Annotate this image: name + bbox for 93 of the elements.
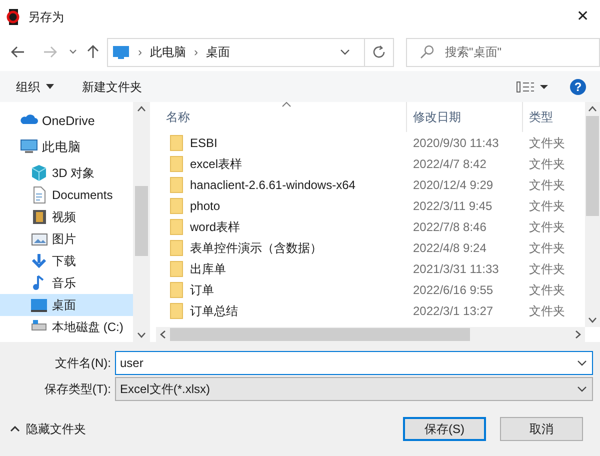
cancel-button[interactable]: 取消 (500, 417, 583, 441)
sidebar-item[interactable]: 视频 (0, 206, 133, 228)
save-button[interactable]: 保存(S) (403, 417, 486, 441)
folder-icon (170, 176, 183, 192)
file-type: 文件夹 (528, 218, 566, 236)
sidebar-item[interactable]: OneDrive (0, 110, 133, 132)
address-dropdown-icon[interactable] (340, 49, 350, 55)
recent-dropdown-icon[interactable] (69, 49, 77, 55)
breadcrumb-separator: › (138, 44, 142, 61)
file-name[interactable]: 订单总结 (190, 302, 238, 320)
chevron-down-icon[interactable] (577, 360, 587, 366)
folder-icon (170, 134, 183, 150)
refresh-button[interactable] (364, 38, 394, 66)
file-name[interactable]: photo (190, 196, 220, 214)
file-type: 文件夹 (528, 260, 566, 278)
search-icon (420, 44, 434, 58)
modified-date: 2022/6/16 9:55 (412, 282, 494, 298)
scrollbar-thumb[interactable] (586, 116, 599, 216)
back-arrow-icon[interactable] (11, 46, 25, 58)
file-name[interactable]: ESBI (190, 134, 218, 152)
dropdown-triangle-icon (46, 84, 54, 89)
window-title: 另存为 (28, 9, 64, 26)
breadcrumb-separator: › (194, 44, 198, 61)
up-arrow-icon[interactable] (87, 45, 99, 59)
file-type: 文件夹 (528, 134, 566, 152)
sidebar-item[interactable]: 图片 (0, 228, 133, 250)
computer-icon (20, 138, 38, 156)
folder-icon (170, 218, 183, 234)
folder-icon (170, 198, 183, 214)
monitor-icon (112, 45, 130, 59)
breadcrumb-item[interactable]: 桌面 (206, 43, 230, 61)
sort-ascending-icon (282, 102, 291, 107)
column-header[interactable]: 类型 (522, 102, 580, 132)
modified-date: 2022/3/1 13:27 (412, 302, 494, 320)
column-header[interactable]: 名称 (156, 102, 406, 132)
folder-icon (170, 282, 183, 298)
field-label: 保存类型(T): (43, 380, 112, 398)
film-icon (30, 208, 48, 226)
cube-icon (30, 164, 48, 182)
folder-icon (170, 302, 183, 318)
breadcrumb-item[interactable]: 此电脑 (150, 43, 186, 61)
address-bar[interactable]: › 此电脑 › 桌面 (107, 38, 365, 66)
monitor-icon (30, 296, 48, 314)
file-type: 文件夹 (528, 156, 566, 172)
search-field[interactable]: 搜索"桌面" (406, 38, 600, 66)
sidebar-item[interactable]: 此电脑 (0, 136, 133, 158)
file-type: 文件夹 (528, 282, 566, 298)
file-name[interactable]: excel表样 (190, 154, 242, 172)
hide-folders-toggle[interactable]: 隐藏文件夹 (10, 420, 86, 438)
chevron-up-icon (10, 426, 20, 432)
sidebar-scrollbar[interactable] (133, 102, 150, 342)
file-name[interactable]: word表样 (190, 218, 240, 236)
sidebar-item[interactable]: 下载 (0, 250, 133, 272)
file-type: 文件夹 (528, 240, 566, 256)
column-header[interactable]: 修改日期 (406, 102, 522, 132)
sidebar-item[interactable]: Documents (0, 184, 133, 206)
file-name[interactable]: hanaclient-2.6.61-windows-x64 (190, 176, 356, 194)
sidebar-item[interactable]: 桌面 (0, 294, 133, 316)
scrollbar-thumb[interactable] (170, 328, 470, 341)
folder-icon (170, 240, 183, 256)
folder-icon (170, 260, 183, 276)
modified-date: 2022/7/8 8:46 (412, 218, 488, 236)
close-button[interactable]: ✕ (566, 2, 600, 32)
down-arrow-icon (30, 252, 48, 270)
file-type: 文件夹 (528, 198, 566, 214)
file-name[interactable]: 出库单 (190, 260, 226, 278)
modified-date: 2022/4/8 9:24 (412, 240, 488, 256)
refresh-icon (372, 45, 386, 59)
modified-date: 2021/3/31 11:33 (412, 260, 500, 278)
organize-menu[interactable]: 组织 (16, 78, 54, 96)
field-label: 文件名(N): (54, 354, 112, 372)
file-name[interactable]: 表单控件演示（含数据） (190, 238, 322, 256)
view-options-icon[interactable] (516, 80, 548, 92)
new-folder-button[interactable]: 新建文件夹 (82, 78, 142, 96)
folder-icon (170, 156, 183, 172)
modified-date: 2022/4/7 8:42 (412, 156, 488, 172)
modified-date: 2022/3/11 9:45 (412, 198, 494, 214)
help-button[interactable]: ? (570, 78, 586, 94)
sidebar-item[interactable]: 3D 对象 (0, 162, 133, 184)
file-type: 文件夹 (528, 176, 566, 194)
modified-date: 2020/9/30 11:43 (412, 134, 500, 152)
scrollbar-thumb[interactable] (135, 186, 148, 256)
file-type-dropdown[interactable]: Excel文件(*.xlsx) (115, 376, 593, 400)
sidebar-item[interactable]: 音乐 (0, 272, 133, 294)
app-logo-icon (6, 8, 22, 26)
filename-field[interactable]: user (115, 350, 593, 374)
horizontal-scrollbar[interactable] (156, 327, 585, 342)
list-scrollbar[interactable] (585, 102, 600, 327)
chevron-down-icon[interactable] (577, 386, 587, 392)
file-name[interactable]: 订单 (190, 280, 214, 298)
modified-date: 2020/12/4 9:29 (412, 176, 494, 194)
file-type: 文件夹 (528, 302, 566, 320)
sidebar-item[interactable]: 本地磁盘 (C:) (0, 316, 133, 338)
